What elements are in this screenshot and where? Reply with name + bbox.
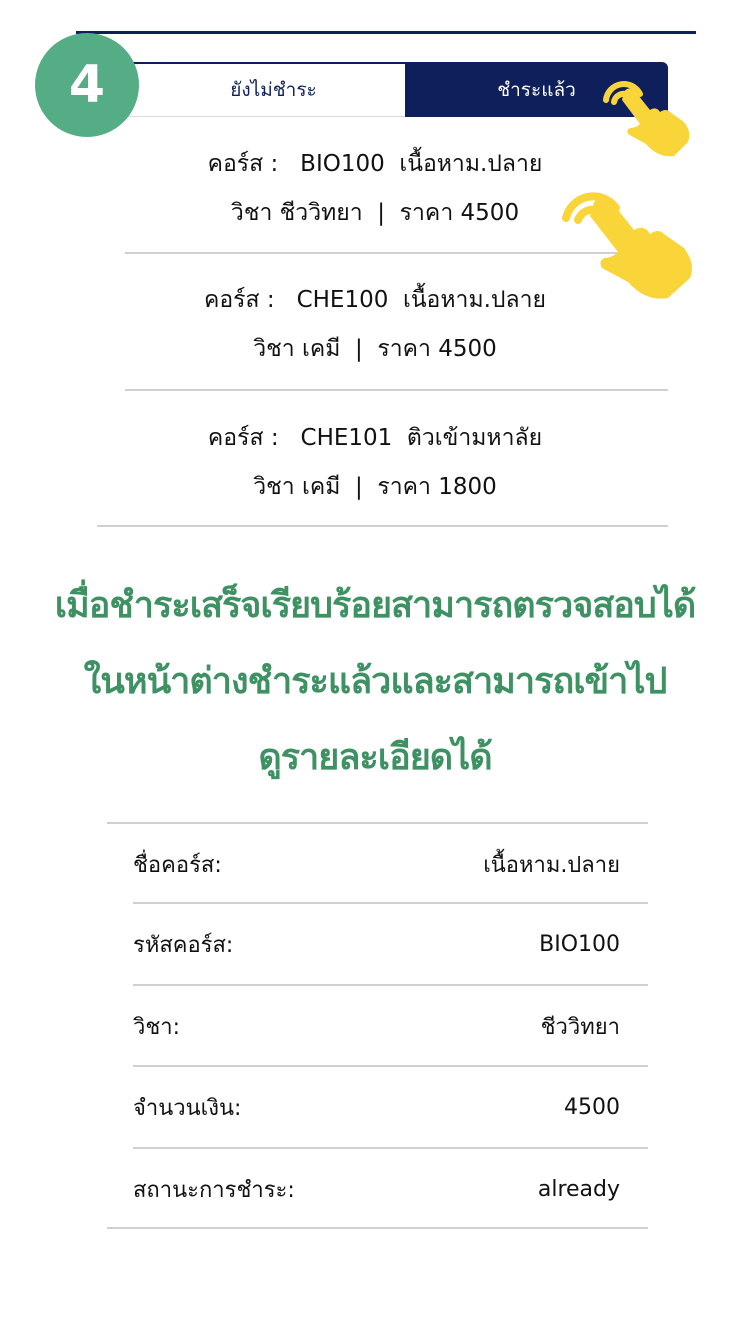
course-subject-price-line: วิชา เคมี | ราคา 4500 [253,336,497,362]
course-subject-price-line: วิชา เคมี | ราคา 1800 [253,474,497,500]
instruction-line-1: เมื่อชำระเสร็จเรียบร้อยสามารถตรวจสอบได้ [54,585,697,626]
detail-row-payment-status: สถานะการชำระ: already [133,1149,620,1229]
detail-label: ชื่อคอร์ส: [133,852,222,878]
detail-value: BIO100 [539,931,620,957]
detail-value: เนื้อหาม.ปลาย [483,852,620,878]
detail-row-course-code: รหัสคอร์ส: BIO100 [133,904,620,984]
instruction-text: เมื่อชำระเสร็จเรียบร้อยสามารถตรวจสอบได้ … [0,568,750,796]
instruction-line-2: ในหน้าต่างชำระแล้วและสามารถเข้าไป [83,661,668,702]
tap-hand-icon [603,81,690,157]
detail-label: รหัสคอร์ส: [133,932,234,958]
payment-tabs: ยังไม่ชำระ ชำระแล้ว [112,62,668,117]
top-divider [76,31,696,34]
detail-label: สถานะการชำระ: [133,1177,295,1203]
detail-row-amount: จำนวนเงิน: 4500 [133,1067,620,1147]
detail-label: วิชา: [133,1014,181,1040]
instruction-line-3: ดูรายละเอียดได้ [258,737,492,778]
detail-row-subject: วิชา: ชีววิทยา [133,986,620,1066]
detail-value: already [537,1176,620,1202]
detail-label: จำนวนเงิน: [133,1095,242,1121]
course-divider [125,389,668,391]
tab-unpaid[interactable]: ยังไม่ชำระ [112,62,405,117]
step-number-badge: 4 [35,33,139,137]
course-divider [97,525,668,527]
detail-value: 4500 [564,1094,620,1120]
detail-row-course-name: ชื่อคอร์ส: เนื้อหาม.ปลาย [133,824,620,904]
details-bottom-divider [107,1227,648,1229]
tap-hand-icon [562,192,692,299]
detail-value: ชีววิทยา [540,1014,620,1040]
course-item[interactable]: คอร์ส : CHE101 ติวเข้ามหาลัย วิชา เคมี |… [0,414,750,512]
course-code-line: คอร์ส : CHE101 ติวเข้ามหาลัย [207,425,543,451]
